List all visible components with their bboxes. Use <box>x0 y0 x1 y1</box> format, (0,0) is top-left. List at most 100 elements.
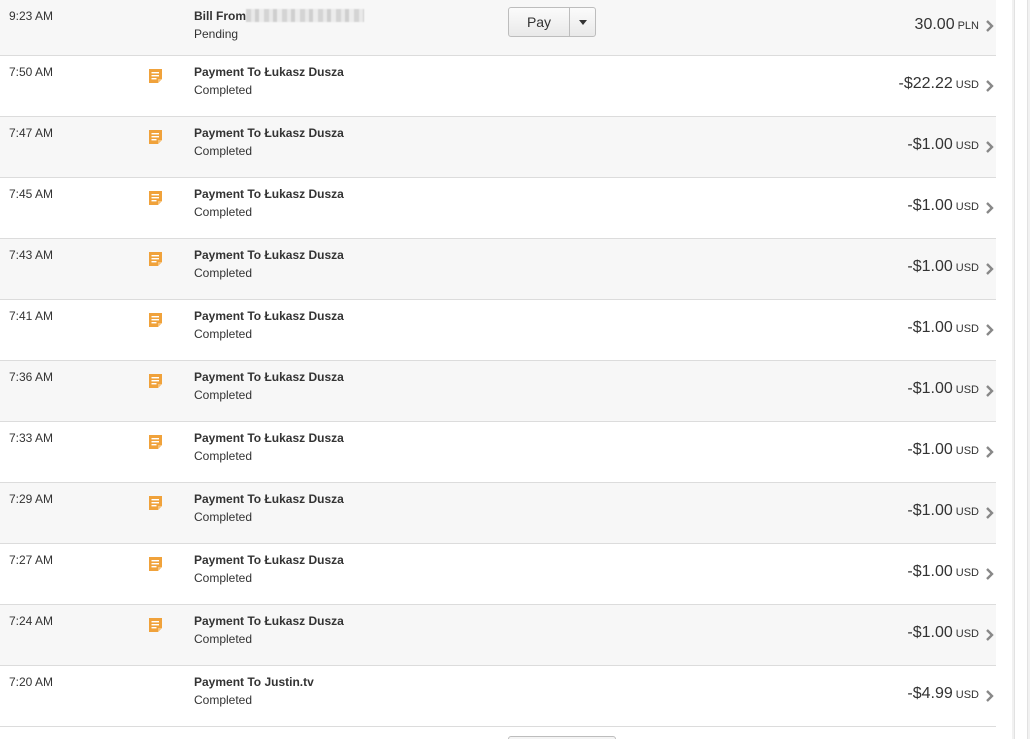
transaction-row[interactable]: 7:33 AM Payment To Łukasz Dusza Complete… <box>0 422 996 483</box>
amount-value: -$1.00 <box>907 319 953 336</box>
transaction-description: Payment To Łukasz Dusza Completed <box>194 614 344 646</box>
transaction-description: Payment To Łukasz Dusza Completed <box>194 553 344 585</box>
chevron-right-icon[interactable] <box>984 506 996 520</box>
transaction-time: 9:23 AM <box>9 9 54 23</box>
amount-currency: USD <box>955 262 979 274</box>
note-icon <box>149 69 162 83</box>
transaction-description: Payment To Łukasz Dusza Completed <box>194 492 344 524</box>
transaction-time: 7:50 AM <box>9 65 54 79</box>
transaction-status: Completed <box>194 693 253 707</box>
transaction-status: Completed <box>194 571 253 585</box>
chevron-right-icon[interactable] <box>984 19 996 33</box>
transaction-time: 7:20 AM <box>9 675 54 689</box>
scrollbar-thumb[interactable] <box>1014 0 1028 739</box>
transaction-title: Payment To Łukasz Dusza <box>194 309 344 323</box>
redacted-name <box>246 9 365 22</box>
transaction-description: Payment To Łukasz Dusza Completed <box>194 187 344 219</box>
transaction-time: 7:29 AM <box>9 492 54 506</box>
chevron-right-icon[interactable] <box>984 567 996 581</box>
transaction-title-text: Bill From <box>194 9 247 23</box>
amount-currency: USD <box>955 689 979 701</box>
amount-currency: USD <box>955 628 979 640</box>
amount-value: -$1.00 <box>907 136 953 153</box>
chevron-right-icon[interactable] <box>984 445 996 459</box>
amount-value: -$1.00 <box>907 258 953 275</box>
chevron-right-icon[interactable] <box>984 384 996 398</box>
chevron-right-icon[interactable] <box>984 323 996 337</box>
transaction-row[interactable]: 7:41 AM Payment To Łukasz Dusza Complete… <box>0 300 996 361</box>
transaction-amount: -$1.00 USD <box>907 624 979 642</box>
chevron-right-icon[interactable] <box>984 201 996 215</box>
note-icon <box>149 435 162 449</box>
note-icon <box>149 374 162 388</box>
transaction-status: Completed <box>194 510 253 524</box>
amount-currency: USD <box>955 201 979 213</box>
chevron-right-icon[interactable] <box>984 140 996 154</box>
transaction-amount: -$1.00 USD <box>907 441 979 459</box>
transaction-title: Payment To Łukasz Dusza <box>194 370 344 384</box>
transaction-description: Payment To Łukasz Dusza Completed <box>194 65 344 97</box>
amount-value: -$1.00 <box>907 502 953 519</box>
transaction-title: Payment To Łukasz Dusza <box>194 492 344 506</box>
amount-value: 30.00 <box>914 16 955 33</box>
note-icon <box>149 313 162 327</box>
transaction-title: Payment To Justin.tv <box>194 675 314 689</box>
transaction-description: Payment To Łukasz Dusza Completed <box>194 431 344 463</box>
amount-value: -$4.99 <box>907 685 953 702</box>
transaction-status: Completed <box>194 449 253 463</box>
transaction-row[interactable]: 7:43 AM Payment To Łukasz Dusza Complete… <box>0 239 996 300</box>
transaction-status: Completed <box>194 632 253 646</box>
transaction-description: Payment To Łukasz Dusza Completed <box>194 248 344 280</box>
transaction-title: Payment To Łukasz Dusza <box>194 187 344 201</box>
transaction-status: Pending <box>194 27 239 41</box>
transaction-title: Payment To Łukasz Dusza <box>194 553 344 567</box>
note-icon <box>149 618 162 632</box>
transaction-time: 7:43 AM <box>9 248 54 262</box>
amount-currency: USD <box>955 79 979 91</box>
chevron-right-icon[interactable] <box>984 689 996 703</box>
amount-currency: USD <box>955 567 979 579</box>
amount-value: -$1.00 <box>907 441 953 458</box>
transaction-row[interactable]: 7:24 AM Payment To Łukasz Dusza Complete… <box>0 605 996 666</box>
transaction-description: Payment To Justin.tv Completed <box>194 675 314 707</box>
transaction-row[interactable]: 7:45 AM Payment To Łukasz Dusza Complete… <box>0 178 996 239</box>
transaction-time: 7:24 AM <box>9 614 54 628</box>
chevron-right-icon[interactable] <box>984 262 996 276</box>
transaction-amount: -$1.00 USD <box>907 380 979 398</box>
transaction-description: Bill From Pending <box>194 9 365 41</box>
transaction-amount: -$1.00 USD <box>907 258 979 276</box>
pay-options-dropdown[interactable] <box>570 8 595 36</box>
transaction-amount: -$22.22 USD <box>899 75 980 93</box>
transaction-row[interactable]: 7:27 AM Payment To Łukasz Dusza Complete… <box>0 544 996 605</box>
amount-currency: USD <box>955 445 979 457</box>
transaction-row[interactable]: 7:50 AM Payment To Łukasz Dusza Complete… <box>0 56 996 117</box>
transaction-amount: -$4.99 USD <box>907 685 979 703</box>
transaction-row-pending[interactable]: 9:23 AM Bill From Pending Pay 30.00 PLN <box>0 0 996 56</box>
transaction-row[interactable]: 7:20 AM Payment To Justin.tv Completed -… <box>0 666 996 727</box>
transaction-description: Payment To Łukasz Dusza Completed <box>194 309 344 341</box>
chevron-right-icon[interactable] <box>984 79 996 93</box>
transaction-title: Payment To Łukasz Dusza <box>194 65 344 79</box>
chevron-right-icon[interactable] <box>984 628 996 642</box>
transaction-status: Completed <box>194 205 253 219</box>
amount-currency: USD <box>955 506 979 518</box>
transaction-row[interactable]: 7:36 AM Payment To Łukasz Dusza Complete… <box>0 361 996 422</box>
transaction-status: Completed <box>194 83 253 97</box>
caret-down-icon <box>578 19 587 25</box>
transaction-amount: -$1.00 USD <box>907 319 979 337</box>
transaction-amount: -$1.00 USD <box>907 563 979 581</box>
amount-value: -$22.22 <box>898 75 953 92</box>
transaction-title: Payment To Łukasz Dusza <box>194 614 344 628</box>
transaction-row[interactable]: 7:47 AM Payment To Łukasz Dusza Complete… <box>0 117 996 178</box>
transaction-status: Completed <box>194 144 253 158</box>
transaction-amount: -$1.00 USD <box>907 136 979 154</box>
transaction-row[interactable]: 7:29 AM Payment To Łukasz Dusza Complete… <box>0 483 996 544</box>
transaction-description: Payment To Łukasz Dusza Completed <box>194 370 344 402</box>
transaction-list: 9:23 AM Bill From Pending Pay 30.00 PLN 7… <box>0 0 996 727</box>
pay-button[interactable]: Pay <box>509 8 570 36</box>
transaction-status: Completed <box>194 327 253 341</box>
amount-currency: USD <box>955 323 979 335</box>
transaction-time: 7:33 AM <box>9 431 54 445</box>
transaction-time: 7:41 AM <box>9 309 54 323</box>
transaction-title: Payment To Łukasz Dusza <box>194 431 344 445</box>
